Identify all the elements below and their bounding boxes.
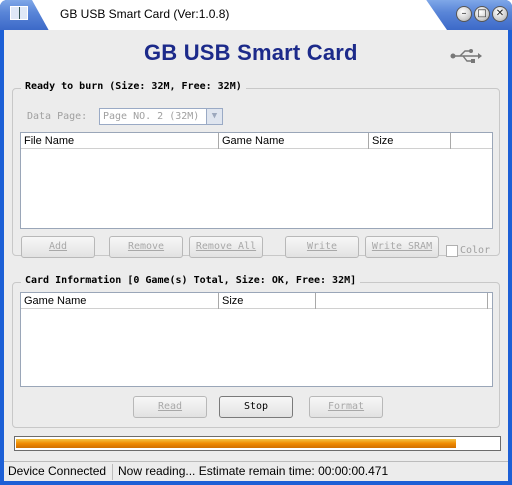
status-message: Now reading... Estimate remain time: 00:…	[118, 464, 389, 478]
column-header-blank[interactable]	[316, 293, 488, 309]
remove-button[interactable]: Remove	[109, 236, 183, 258]
column-header-size[interactable]: Size	[219, 293, 316, 309]
brand-heading: GB USB Smart Card	[144, 40, 358, 65]
title-bar[interactable]: GB USB Smart Card (Ver:1.0.8) – □ ✕	[0, 0, 512, 30]
read-button[interactable]: Read	[133, 396, 207, 418]
client-area: GB USB Smart Card Ready to burn (Size: 3…	[4, 30, 508, 481]
system-menu-icon[interactable]	[10, 6, 28, 20]
chevron-down-icon[interactable]: ▼	[206, 109, 222, 124]
data-page-value: Page NO. 2 (32M)	[103, 111, 200, 122]
color-checkbox[interactable]	[446, 245, 458, 257]
data-page-select[interactable]: Page NO. 2 (32M) ▼	[99, 108, 223, 125]
burn-group-label: Ready to burn (Size: 32M, Free: 32M)	[21, 81, 246, 92]
stop-button[interactable]: Stop	[219, 396, 293, 418]
card-info-label: Card Information [0 Game(s) Total, Size:…	[21, 275, 361, 286]
write-sram-button[interactable]: Write SRAM	[365, 236, 439, 258]
format-button[interactable]: Format	[309, 396, 383, 418]
card-list-header: Game Name Size	[21, 293, 492, 309]
app-window: GB USB Smart Card (Ver:1.0.8) – □ ✕ GB U…	[0, 0, 512, 485]
column-header-size[interactable]: Size	[369, 133, 451, 149]
remove-all-button[interactable]: Remove All	[189, 236, 263, 258]
minimize-icon[interactable]: –	[456, 6, 472, 22]
window-bottom-border	[0, 481, 512, 485]
maximize-icon[interactable]: □	[474, 6, 490, 22]
card-game-list[interactable]: Game Name Size	[20, 292, 493, 387]
burn-list-header: File Name Game Name Size	[21, 133, 492, 149]
burn-group: Ready to burn (Size: 32M, Free: 32M) Dat…	[12, 81, 500, 258]
color-checkbox-label: Color	[460, 245, 491, 256]
card-info-group: Card Information [0 Game(s) Total, Size:…	[12, 275, 500, 428]
data-page-label: Data Page:	[27, 111, 88, 122]
column-header-game-name[interactable]: Game Name	[219, 133, 369, 149]
column-header-file-name[interactable]: File Name	[21, 133, 219, 149]
burn-file-list[interactable]: File Name Game Name Size	[20, 132, 493, 229]
status-bar: Device Connected Now reading... Estimate…	[4, 461, 508, 481]
status-separator	[112, 464, 113, 480]
add-button[interactable]: Add	[21, 236, 95, 258]
usb-trident-icon	[450, 49, 482, 63]
progress-fill	[16, 439, 456, 448]
status-connection: Device Connected	[8, 464, 107, 478]
column-header-game-name[interactable]: Game Name	[21, 293, 219, 309]
close-icon[interactable]: ✕	[492, 6, 508, 22]
progress-bar	[14, 436, 501, 451]
write-button[interactable]: Write	[285, 236, 359, 258]
window-title: GB USB Smart Card (Ver:1.0.8)	[60, 7, 230, 21]
